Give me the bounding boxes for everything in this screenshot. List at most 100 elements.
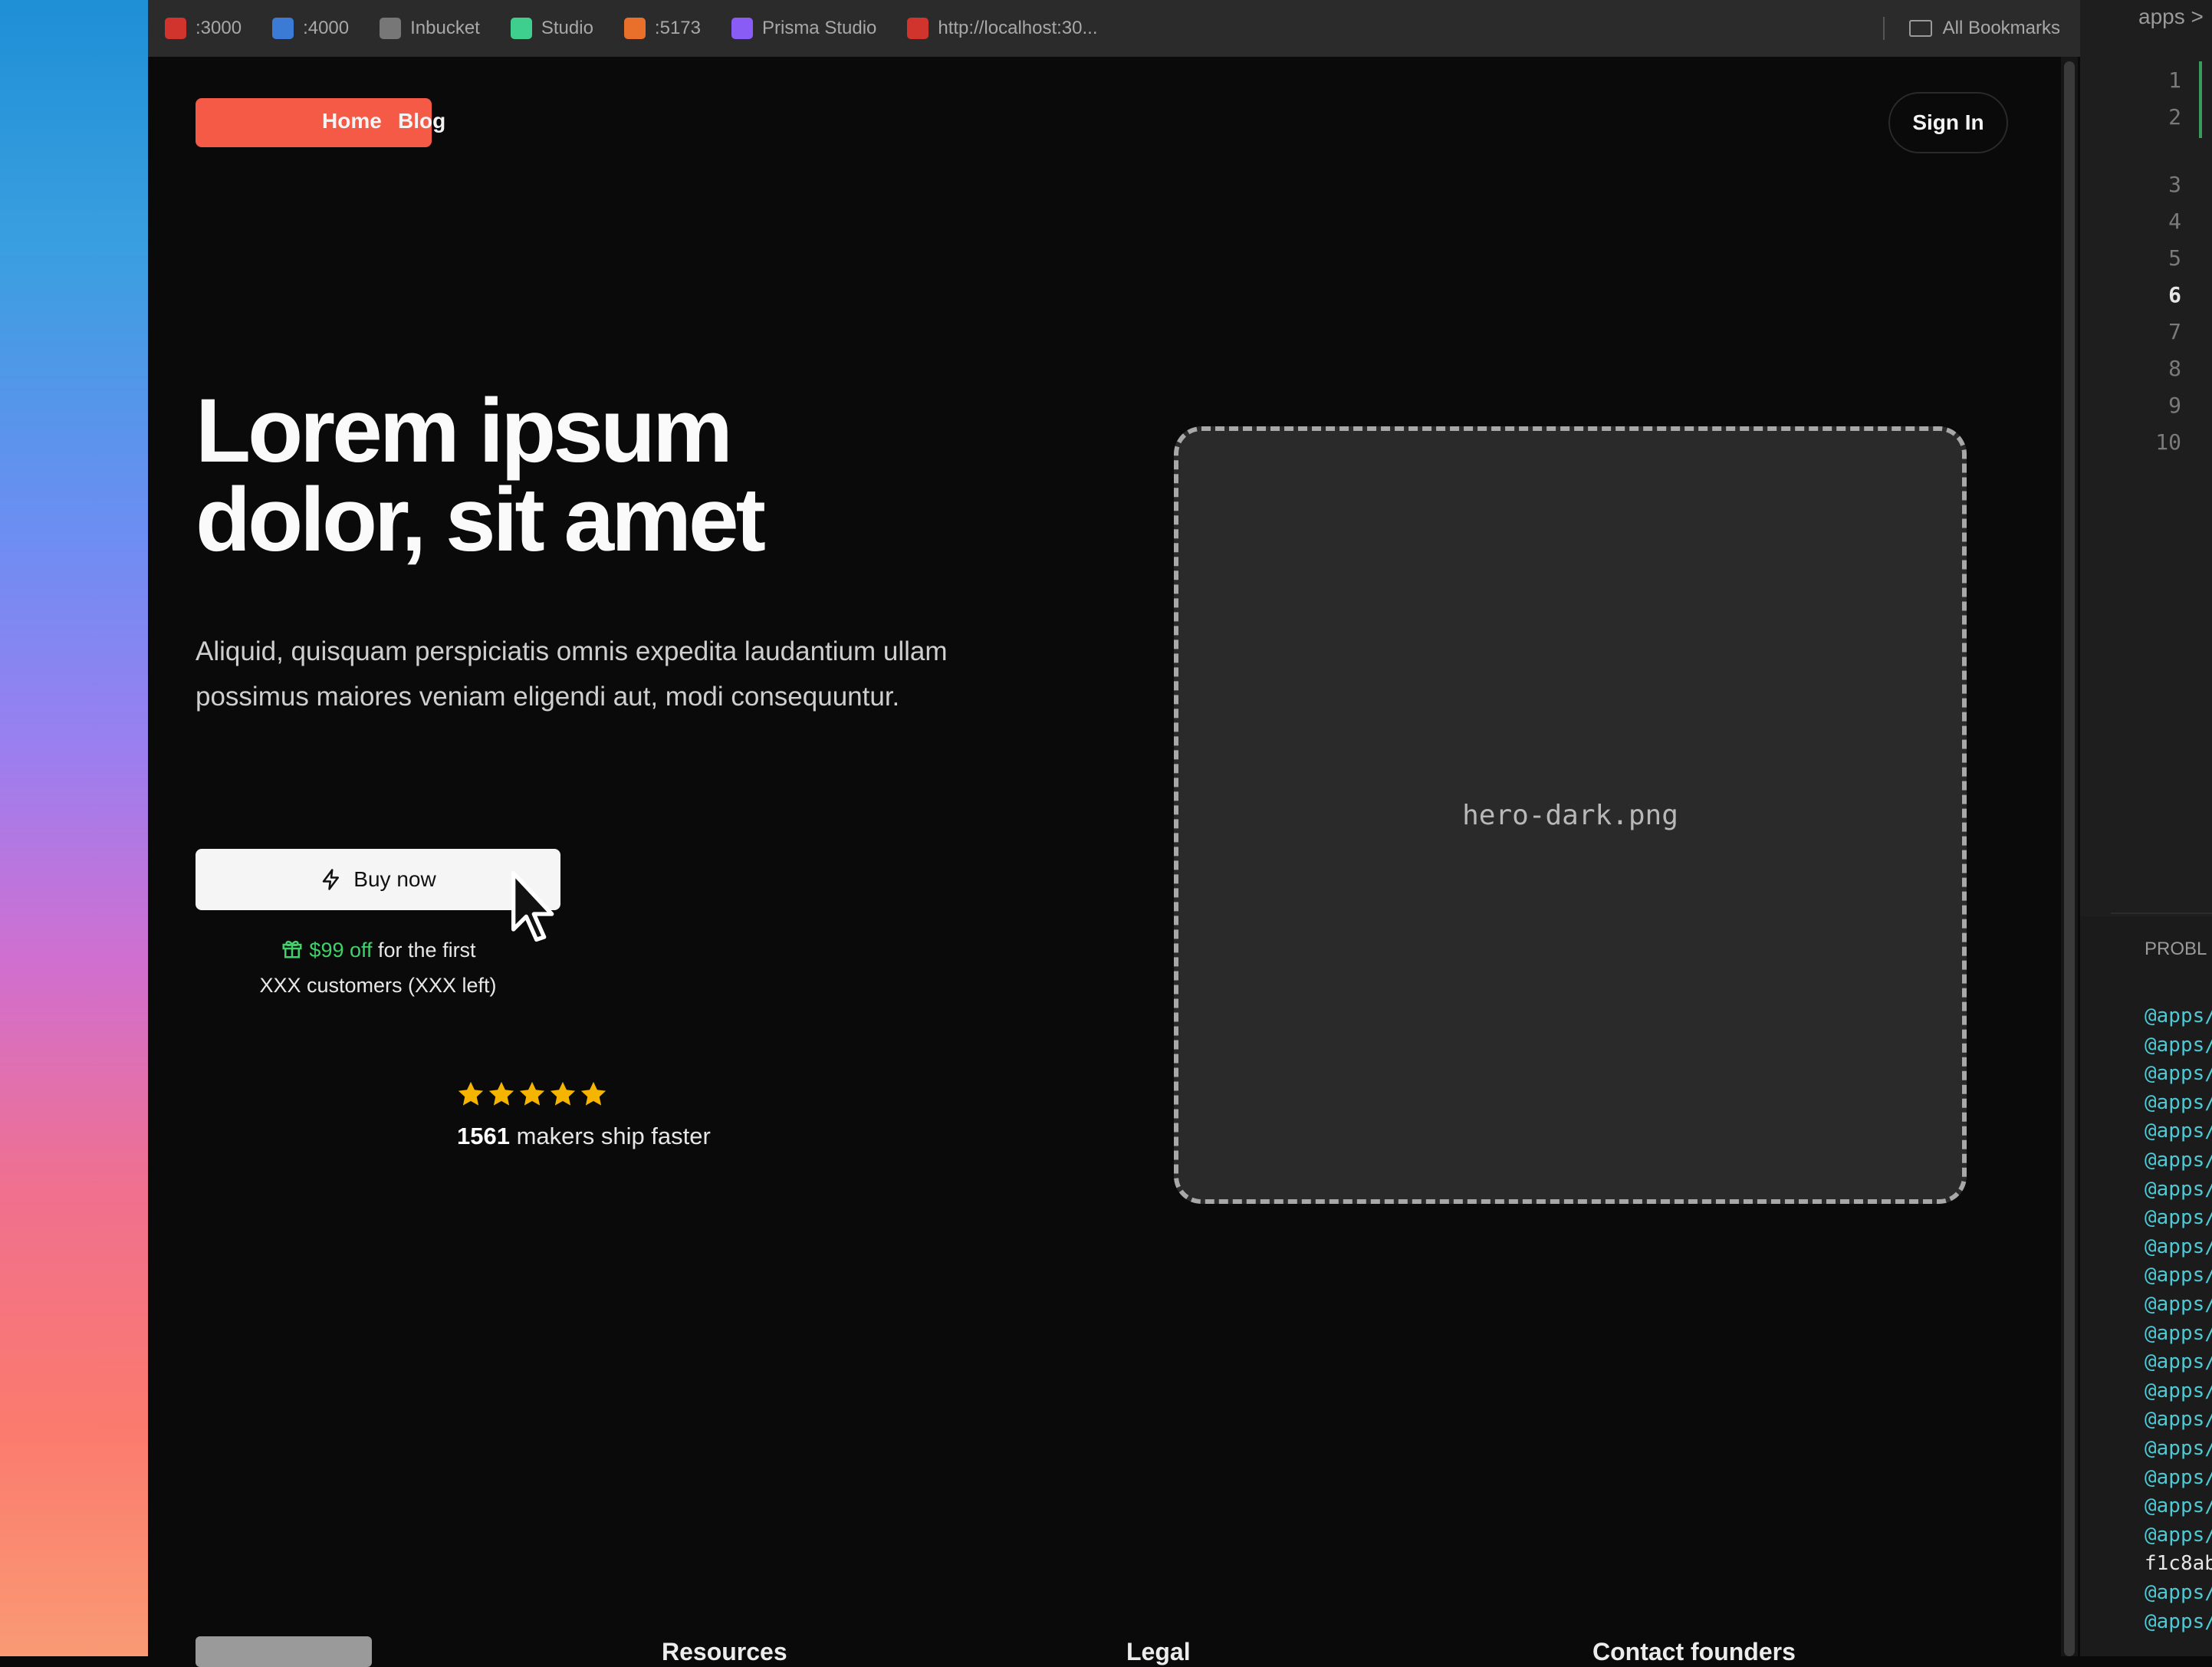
terminal-line: @apps/ <box>2145 1264 2212 1287</box>
brand-logo[interactable] <box>196 98 432 147</box>
makers-text: makers ship faster <box>509 1123 711 1149</box>
hero-title-line1: Lorem ipsum <box>196 380 733 482</box>
scrollbar-thumb[interactable] <box>2064 61 2075 1656</box>
all-bookmarks-button[interactable]: All Bookmarks <box>1882 0 2060 57</box>
terminal-line: @apps/ <box>2145 1494 2212 1518</box>
terminal-line: @apps/ <box>2145 1293 2212 1316</box>
terminal-line: @apps/ <box>2145 1408 2212 1432</box>
code-editor-panel: apps > 1 2 3 4 5 6 7 8 9 10 PROBL @apps/ @apps/ @ap… <box>2080 0 2212 1656</box>
terminal-line: @apps/ <box>2145 1149 2212 1172</box>
problems-tab[interactable]: PROBL <box>2145 939 2207 960</box>
terminal-line: @apps/ <box>2145 1235 2212 1258</box>
hero-image-placeholder: hero-dark.png <box>1174 426 1967 1204</box>
hero-image-filename: hero-dark.png <box>1462 799 1678 831</box>
bolt-icon <box>320 868 343 891</box>
bookmark-item[interactable]: :3000 <box>165 18 242 39</box>
terminal-line: @apps/ <box>2145 1523 2212 1547</box>
hero-subtitle: Aliquid, quisquam perspiciatis omnis exp… <box>196 636 948 712</box>
bookmark-label: Prisma Studio <box>761 18 877 38</box>
bookmark-label: Studio <box>541 18 593 38</box>
line-number: 5 <box>2168 245 2181 271</box>
buy-now-label: Buy now <box>353 867 436 891</box>
terminal-line: @apps/ <box>2145 1350 2212 1374</box>
line-number: 2 <box>2168 104 2181 130</box>
nav-blog-link[interactable]: Blog <box>398 109 445 133</box>
grid-icon <box>272 18 294 39</box>
prisma-icon <box>731 18 753 39</box>
terminal-line: @apps/ <box>2145 1465 2212 1489</box>
terminal-line: f1c8ab <box>2145 1552 2212 1576</box>
footer-resources-heading: Resources <box>662 1638 787 1665</box>
editor-breadcrumb[interactable]: apps > <box>2138 5 2204 29</box>
star-icon <box>519 1081 545 1106</box>
footer-legal-heading: Legal <box>1126 1638 1191 1665</box>
sign-in-button[interactable]: Sign In <box>1888 92 2008 153</box>
footer-contact-heading: Contact founders <box>1592 1638 1796 1665</box>
line-number: 6 <box>2168 282 2181 307</box>
bookmark-item[interactable]: :4000 <box>272 18 349 39</box>
bookmark-item[interactable]: Studio <box>510 18 593 39</box>
hero-title-line2: dolor, sit amet <box>196 469 766 570</box>
line-number: 1 <box>2168 67 2181 93</box>
rating-stars <box>456 1080 610 1109</box>
star-icon <box>488 1081 514 1106</box>
terminal-line: @apps/ <box>2145 1090 2212 1114</box>
m-icon <box>623 18 646 39</box>
discount-customers: XXX customers (XXX left) <box>259 974 497 997</box>
terminal-line: @apps/ <box>2145 1062 2212 1086</box>
hero-title: Lorem ipsum dolor, sit amet <box>196 386 1039 565</box>
line-number: 4 <box>2168 209 2181 234</box>
bookmark-label: :3000 <box>196 18 242 38</box>
star-icon <box>458 1081 484 1106</box>
browser-window: :3000 :4000 Inbucket Studio :5173 Prisma Stud… <box>148 0 2080 1667</box>
bookmark-item[interactable]: :5173 <box>623 18 701 39</box>
nav-home-link[interactable]: Home <box>322 109 382 133</box>
terminal-line: @apps/ <box>2145 1379 2212 1402</box>
all-bookmarks-label: All Bookmarks <box>1942 18 2060 38</box>
terminal-line: @apps/ <box>2145 1177 2212 1201</box>
makers-count: 1561 makers ship faster <box>457 1123 711 1150</box>
line-number: 3 <box>2168 172 2181 197</box>
footer-logo <box>196 1636 372 1667</box>
discount-text: for the first <box>372 939 476 962</box>
terminal-line: @apps/ <box>2145 1609 2212 1633</box>
line-number: 10 <box>2155 429 2181 455</box>
line-number: 9 <box>2168 393 2181 418</box>
terminal-line: @apps/ <box>2145 1004 2212 1027</box>
bookmark-item[interactable]: Prisma Studio <box>731 18 876 39</box>
bolt-icon <box>510 18 532 39</box>
terminal-line: @apps/ <box>2145 1581 2212 1604</box>
terminal-line: @apps/ <box>2145 1437 2212 1460</box>
localhost-icon <box>907 18 929 39</box>
terminal-line: @apps/ <box>2145 1206 2212 1230</box>
bookmark-label: :4000 <box>303 18 350 38</box>
makers-number: 1561 <box>457 1123 510 1149</box>
line-number: 7 <box>2168 319 2181 344</box>
bookmark-item[interactable]: Inbucket <box>380 18 480 39</box>
gift-icon <box>280 937 304 969</box>
mouse-cursor-icon <box>508 868 570 949</box>
git-change-marker <box>2199 61 2202 138</box>
bookmark-label: Inbucket <box>410 18 480 38</box>
bookmark-item[interactable]: http://localhost:30... <box>907 18 1098 39</box>
at-icon <box>380 18 402 39</box>
panel-separator <box>2111 912 2212 914</box>
terminal-line: @apps/ <box>2145 1033 2212 1057</box>
landing-page: Home Blog Sign In Lorem ipsum dolor, sit… <box>148 57 2061 1667</box>
folder-icon <box>1908 20 1932 37</box>
bookmark-label: http://localhost:30... <box>938 18 1098 38</box>
editor-pane: apps > 1 2 3 4 5 6 7 8 9 10 <box>2080 0 2212 916</box>
bookmarks-divider <box>1882 17 1885 40</box>
terminal-line: @apps/ <box>2145 1120 2212 1143</box>
desktop-wallpaper <box>0 0 148 1656</box>
line-number: 8 <box>2168 356 2181 381</box>
bookmarks-bar: :3000 :4000 Inbucket Studio :5173 Prisma Stud… <box>148 0 2080 57</box>
localhost-icon <box>165 18 186 39</box>
bookmark-label: :5173 <box>654 18 701 38</box>
star-icon <box>580 1081 606 1106</box>
discount-note: $99 off for the first XXX customers (XXX… <box>196 934 560 1001</box>
buy-now-button[interactable]: Buy now <box>196 849 560 910</box>
discount-amount: $99 off <box>309 939 373 962</box>
star-icon <box>550 1081 576 1106</box>
page-scrollbar[interactable] <box>2061 57 2078 1656</box>
